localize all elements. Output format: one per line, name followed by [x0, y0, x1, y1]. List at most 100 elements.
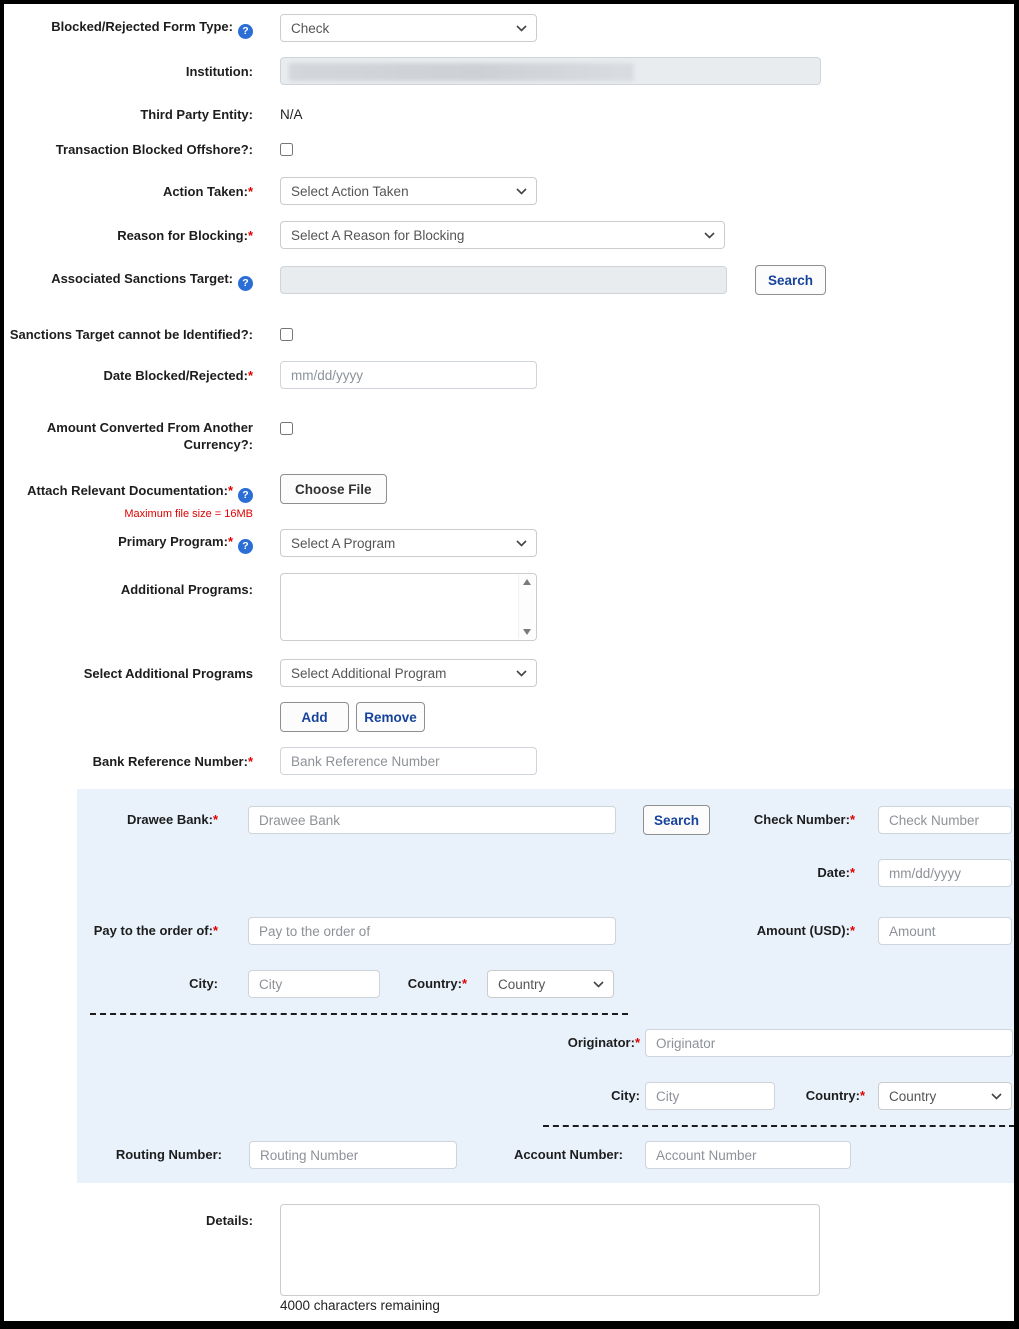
target-not-identified-checkbox[interactable] [280, 328, 293, 341]
account-number-input[interactable] [645, 1141, 851, 1169]
action-taken-label: Action Taken:* [4, 183, 253, 200]
date-blocked-label: Date Blocked/Rejected:* [4, 367, 253, 384]
help-icon[interactable]: ? [238, 24, 253, 39]
remove-program-button[interactable]: Remove [356, 702, 425, 732]
originator-country-label: Country:* [777, 1082, 865, 1110]
chevron-down-icon [991, 1093, 1002, 1100]
sanctions-target-label-text: Associated Sanctions Target: [51, 271, 233, 286]
redacted-value [289, 63, 634, 81]
required-marker: * [248, 754, 253, 769]
required-marker: * [850, 923, 855, 938]
select-additional-label: Select Additional Programs [4, 665, 253, 682]
originator-label: Originator:* [517, 1029, 640, 1057]
attach-doc-label-text: Attach Relevant Documentation: [27, 483, 228, 498]
additional-programs-label: Additional Programs: [4, 573, 253, 598]
target-not-identified-row: Sanctions Target cannot be Identified?: [4, 324, 1014, 344]
select-additional-select[interactable]: Select Additional Program [280, 659, 537, 687]
scroll-up-icon[interactable] [523, 579, 531, 585]
add-program-button[interactable]: Add [280, 702, 349, 732]
sanctions-target-row: Associated Sanctions Target:? Search [4, 265, 1014, 295]
amount-converted-checkbox[interactable] [280, 422, 293, 435]
check-number-input[interactable] [878, 806, 1012, 834]
required-marker: * [860, 1088, 865, 1103]
originator-country-select[interactable]: Country [878, 1082, 1012, 1110]
form-type-select[interactable]: Check [280, 14, 537, 42]
chevron-down-icon [516, 25, 527, 32]
chevron-down-icon [516, 188, 527, 195]
additional-programs-row: Additional Programs: [4, 573, 1014, 641]
action-taken-select[interactable]: Select Action Taken [280, 177, 537, 205]
details-label: Details: [4, 1204, 253, 1229]
help-icon[interactable]: ? [238, 539, 253, 554]
amount-converted-label: Amount Converted From Another Currency?: [4, 419, 253, 453]
choose-file-button[interactable]: Choose File [280, 474, 387, 504]
chevron-down-icon [516, 670, 527, 677]
routing-number-input[interactable] [249, 1141, 457, 1169]
listbox-scrollbar[interactable] [518, 575, 535, 639]
details-textarea[interactable] [280, 1204, 820, 1296]
originator-input[interactable] [645, 1029, 1013, 1057]
institution-row: Institution: [4, 57, 1014, 85]
attach-doc-row: Attach Relevant Documentation:*? Maximum… [4, 474, 1014, 523]
pay-to-input[interactable] [248, 917, 616, 945]
payee-country-label-text: Country: [408, 976, 462, 991]
required-marker: * [213, 812, 218, 827]
pay-to-label: Pay to the order of:* [57, 917, 218, 945]
bank-reference-input[interactable] [280, 747, 537, 775]
payee-country-label: Country:* [377, 970, 467, 998]
section-divider [543, 1125, 1015, 1127]
required-marker: * [462, 976, 467, 991]
date-blocked-input[interactable] [280, 361, 537, 389]
third-party-label: Third Party Entity: [4, 106, 253, 123]
payee-city-label: City: [107, 970, 218, 998]
drawee-bank-label-text: Drawee Bank: [127, 812, 213, 827]
amount-usd-label: Amount (USD):* [697, 917, 855, 945]
reason-row: Reason for Blocking:* Select A Reason fo… [4, 221, 1014, 249]
blocked-rejected-transaction-form: Blocked/Rejected Form Type:? Check Insti… [0, 0, 1019, 1329]
required-marker: * [248, 184, 253, 199]
additional-programs-listbox[interactable] [280, 573, 537, 641]
account-number-label: Account Number: [477, 1141, 623, 1169]
reason-label-text: Reason for Blocking: [117, 228, 248, 243]
max-file-size-note: Maximum file size = 16MB [4, 506, 253, 523]
institution-label: Institution: [4, 63, 253, 80]
scroll-down-icon[interactable] [523, 629, 531, 635]
date-blocked-row: Date Blocked/Rejected:* [4, 361, 1014, 389]
reason-selected-value: Select A Reason for Blocking [291, 228, 464, 243]
blocked-offshore-checkbox[interactable] [280, 143, 293, 156]
routing-number-label: Routing Number: [77, 1141, 222, 1169]
primary-program-select[interactable]: Select A Program [280, 529, 537, 557]
form-type-selected-value: Check [291, 21, 329, 36]
primary-program-label-text: Primary Program: [118, 534, 228, 549]
help-icon[interactable]: ? [238, 276, 253, 291]
select-additional-selected-value: Select Additional Program [291, 666, 446, 681]
programs-buttons-row: Add Remove [4, 702, 1014, 732]
required-marker: * [248, 368, 253, 383]
payee-city-label-text: City: [189, 976, 218, 991]
check-number-label-text: Check Number: [754, 812, 850, 827]
bank-reference-row: Bank Reference Number:* [4, 747, 1014, 775]
blocked-offshore-label: Transaction Blocked Offshore?: [4, 141, 253, 158]
action-taken-label-text: Action Taken: [163, 184, 248, 199]
help-icon[interactable]: ? [238, 488, 253, 503]
payee-country-select[interactable]: Country [487, 970, 614, 998]
originator-city-input[interactable] [645, 1082, 775, 1110]
bank-reference-label: Bank Reference Number:* [4, 753, 253, 770]
required-marker: * [228, 483, 233, 498]
action-taken-row: Action Taken:* Select Action Taken [4, 177, 1014, 205]
originator-country-label-text: Country: [806, 1088, 860, 1103]
check-date-input[interactable] [878, 859, 1012, 887]
account-number-label-text: Account Number: [514, 1147, 623, 1162]
sanctions-target-search-button[interactable]: Search [755, 265, 826, 295]
reason-select[interactable]: Select A Reason for Blocking [280, 221, 725, 249]
institution-field [280, 57, 821, 85]
primary-program-selected-value: Select A Program [291, 536, 395, 551]
required-marker: * [850, 812, 855, 827]
drawee-bank-input[interactable] [248, 806, 616, 834]
originator-city-label-text: City: [611, 1088, 640, 1103]
target-not-identified-label: Sanctions Target cannot be Identified?: [4, 326, 253, 343]
blocked-offshore-row: Transaction Blocked Offshore?: [4, 139, 1014, 159]
payee-city-input[interactable] [248, 970, 380, 998]
amount-usd-input[interactable] [878, 917, 1012, 945]
chevron-down-icon [516, 540, 527, 547]
